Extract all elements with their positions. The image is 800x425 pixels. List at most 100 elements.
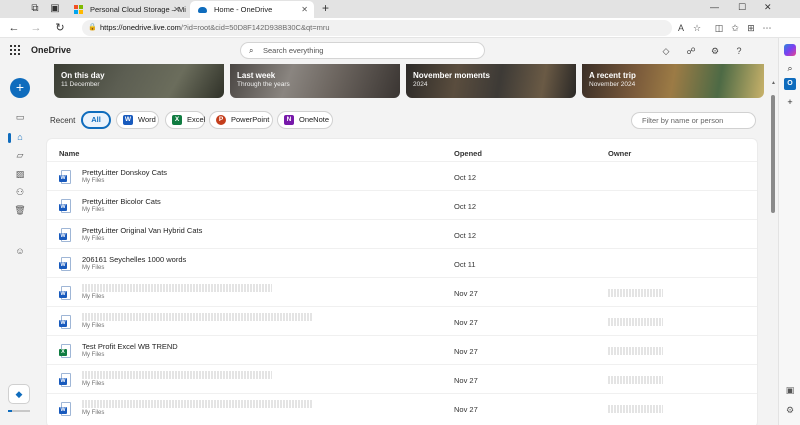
app-title[interactable]: OneDrive bbox=[31, 45, 71, 55]
premium-button[interactable]: ◆ bbox=[8, 384, 30, 404]
search-icon[interactable]: ⌕ bbox=[784, 62, 796, 74]
close-tab-icon[interactable]: ✕ bbox=[301, 1, 308, 18]
table-row[interactable]: W My Files Nov 27 bbox=[47, 393, 757, 422]
memory-title: A recent trip bbox=[589, 71, 636, 80]
chip-label: PowerPoint bbox=[231, 115, 270, 124]
favorites-icon[interactable]: ✩ bbox=[728, 21, 742, 35]
memory-card[interactable]: On this day 11 December bbox=[54, 64, 224, 98]
table-row[interactable]: W PrettyLitter Donskoy Cats My Files Oct 12 bbox=[47, 161, 757, 190]
close-tab-icon[interactable]: ✕ bbox=[173, 1, 180, 18]
scroll-up-arrow-icon[interactable]: ▲ bbox=[771, 80, 776, 86]
left-navigation-rail: + ▭ ⌂ ▱ ▨ ⚇ 🗑 ☺ ◆ bbox=[0, 64, 38, 425]
opened-date: Nov 27 bbox=[454, 347, 478, 356]
favorite-star-icon[interactable]: ☆ bbox=[690, 21, 704, 35]
file-name[interactable]: PrettyLitter Bicolor Cats bbox=[82, 197, 161, 206]
tab-home-onedrive[interactable]: Home - OneDrive ✕ bbox=[190, 1, 314, 18]
settings-icon[interactable]: ⚙ bbox=[709, 45, 721, 57]
opened-date: Nov 27 bbox=[454, 376, 478, 385]
file-location: My Files bbox=[82, 381, 105, 387]
file-name[interactable]: Test Profit Excel WB TREND bbox=[82, 342, 178, 351]
table-row[interactable]: X Test Profit Excel WB TREND My Files Nov 2… bbox=[47, 335, 757, 364]
opened-date: Oct 12 bbox=[454, 202, 477, 211]
workspaces-icon[interactable]: ⧉ bbox=[28, 2, 42, 16]
search-input[interactable]: ⌕ Search everything bbox=[240, 42, 485, 59]
close-window-icon[interactable]: ✕ bbox=[764, 2, 772, 13]
word-file-icon: W bbox=[59, 286, 71, 300]
minimize-icon[interactable]: — bbox=[710, 2, 719, 12]
recycle-bin-icon[interactable]: 🗑 bbox=[14, 204, 26, 216]
photos-icon[interactable]: ▭ bbox=[14, 111, 26, 123]
file-name[interactable]: 206161 Seychelles 1000 words bbox=[82, 255, 186, 264]
file-name[interactable]: PrettyLitter Original Van Hybrid Cats bbox=[82, 226, 202, 235]
word-file-icon: W bbox=[59, 315, 71, 329]
home-icon[interactable]: ⌂ bbox=[14, 131, 26, 143]
diamond-icon: ◆ bbox=[15, 389, 23, 399]
word-file-icon: W bbox=[59, 170, 71, 184]
filter-chip-all[interactable]: All bbox=[81, 111, 111, 129]
table-row[interactable]: W My Files Nov 27 bbox=[47, 277, 757, 306]
word-file-icon: W bbox=[59, 228, 71, 242]
file-name[interactable]: PrettyLitter Donskoy Cats bbox=[82, 168, 167, 177]
person-icon[interactable]: ☺ bbox=[14, 245, 26, 257]
refresh-icon[interactable]: ↻ bbox=[53, 21, 67, 35]
collections-icon[interactable]: ⊞ bbox=[744, 21, 758, 35]
word-file-icon: W bbox=[59, 199, 71, 213]
read-aloud-icon[interactable]: A bbox=[674, 21, 688, 35]
copilot-icon[interactable] bbox=[784, 44, 796, 56]
filter-chip-word[interactable]: W Word bbox=[116, 111, 159, 129]
app-launcher-icon[interactable] bbox=[10, 45, 20, 55]
add-icon[interactable]: + bbox=[784, 96, 796, 108]
outlook-icon[interactable]: O bbox=[784, 78, 796, 90]
split-icon[interactable]: ▣ bbox=[784, 384, 796, 396]
redacted-file-name bbox=[82, 400, 312, 408]
file-location: My Files bbox=[82, 294, 105, 300]
filter-chip-powerpoint[interactable]: P PowerPoint bbox=[209, 111, 273, 129]
column-header-opened[interactable]: Opened bbox=[454, 149, 482, 158]
table-row[interactable]: W My Files Nov 27 bbox=[47, 306, 757, 335]
table-row[interactable]: W PrettyLitter Original Van Hybrid Cats My… bbox=[47, 219, 757, 248]
more-icon[interactable]: ⋯ bbox=[760, 21, 774, 35]
my-files-icon[interactable]: ▱ bbox=[14, 149, 26, 161]
help-icon[interactable]: ? bbox=[733, 45, 745, 57]
memory-title: November moments bbox=[413, 71, 490, 80]
table-row[interactable]: W PrettyLitter Bicolor Cats My Files Oct 12 bbox=[47, 190, 757, 219]
opened-date: Nov 27 bbox=[454, 405, 478, 414]
new-tab-button[interactable]: + bbox=[322, 1, 329, 15]
create-upload-button[interactable]: + bbox=[10, 78, 30, 98]
tab-label: Personal Cloud Storage – Microso bbox=[90, 5, 186, 14]
tab-actions-icon[interactable]: ▣ bbox=[48, 2, 62, 16]
forward-icon[interactable]: → bbox=[29, 21, 43, 35]
table-row[interactable]: W My Files Nov 27 bbox=[47, 364, 757, 393]
settings-icon[interactable]: ⚙ bbox=[784, 404, 796, 416]
excel-file-icon: X bbox=[59, 344, 71, 358]
redacted-file-name bbox=[82, 284, 272, 292]
memory-subtitle: November 2024 bbox=[589, 81, 636, 88]
shared-icon[interactable]: ⚇ bbox=[14, 186, 26, 198]
tab-personal-cloud-storage[interactable]: Personal Cloud Storage – Microso ✕ bbox=[66, 1, 186, 18]
opened-date: Nov 27 bbox=[454, 289, 478, 298]
file-location: My Files bbox=[82, 265, 105, 271]
chip-label: Word bbox=[138, 115, 156, 124]
filter-input[interactable]: Filter by name or person bbox=[631, 112, 756, 129]
back-icon[interactable]: ← bbox=[7, 21, 21, 35]
split-screen-icon[interactable]: ◫ bbox=[712, 21, 726, 35]
tab-label: Home - OneDrive bbox=[214, 5, 273, 14]
column-header-name[interactable]: Name bbox=[59, 149, 79, 158]
memory-card[interactable]: A recent trip November 2024 bbox=[582, 64, 764, 98]
photos-gallery-icon[interactable]: ▨ bbox=[14, 168, 26, 180]
column-header-owner[interactable]: Owner bbox=[608, 149, 631, 158]
scrollbar-thumb[interactable] bbox=[771, 95, 775, 213]
memory-card[interactable]: Last week Through the years bbox=[230, 64, 400, 98]
powerpoint-icon: P bbox=[216, 115, 226, 125]
filter-chip-excel[interactable]: X Excel bbox=[165, 111, 205, 129]
maximize-icon[interactable]: ☐ bbox=[738, 2, 746, 13]
filter-chip-onenote[interactable]: N OneNote bbox=[277, 111, 333, 129]
memory-title: On this day bbox=[61, 71, 105, 80]
memory-subtitle: 11 December bbox=[61, 81, 100, 88]
table-row[interactable]: W 206161 Seychelles 1000 words My Files Oct… bbox=[47, 248, 757, 277]
memory-card[interactable]: November moments 2024 bbox=[406, 64, 576, 98]
address-bar[interactable]: 🔒 https://onedrive.live.com/?id=root&cid… bbox=[82, 20, 672, 36]
word-file-icon: W bbox=[59, 257, 71, 271]
premium-diamond-icon[interactable]: ◇ bbox=[660, 45, 672, 57]
share-icon[interactable]: ☍ bbox=[685, 45, 697, 57]
